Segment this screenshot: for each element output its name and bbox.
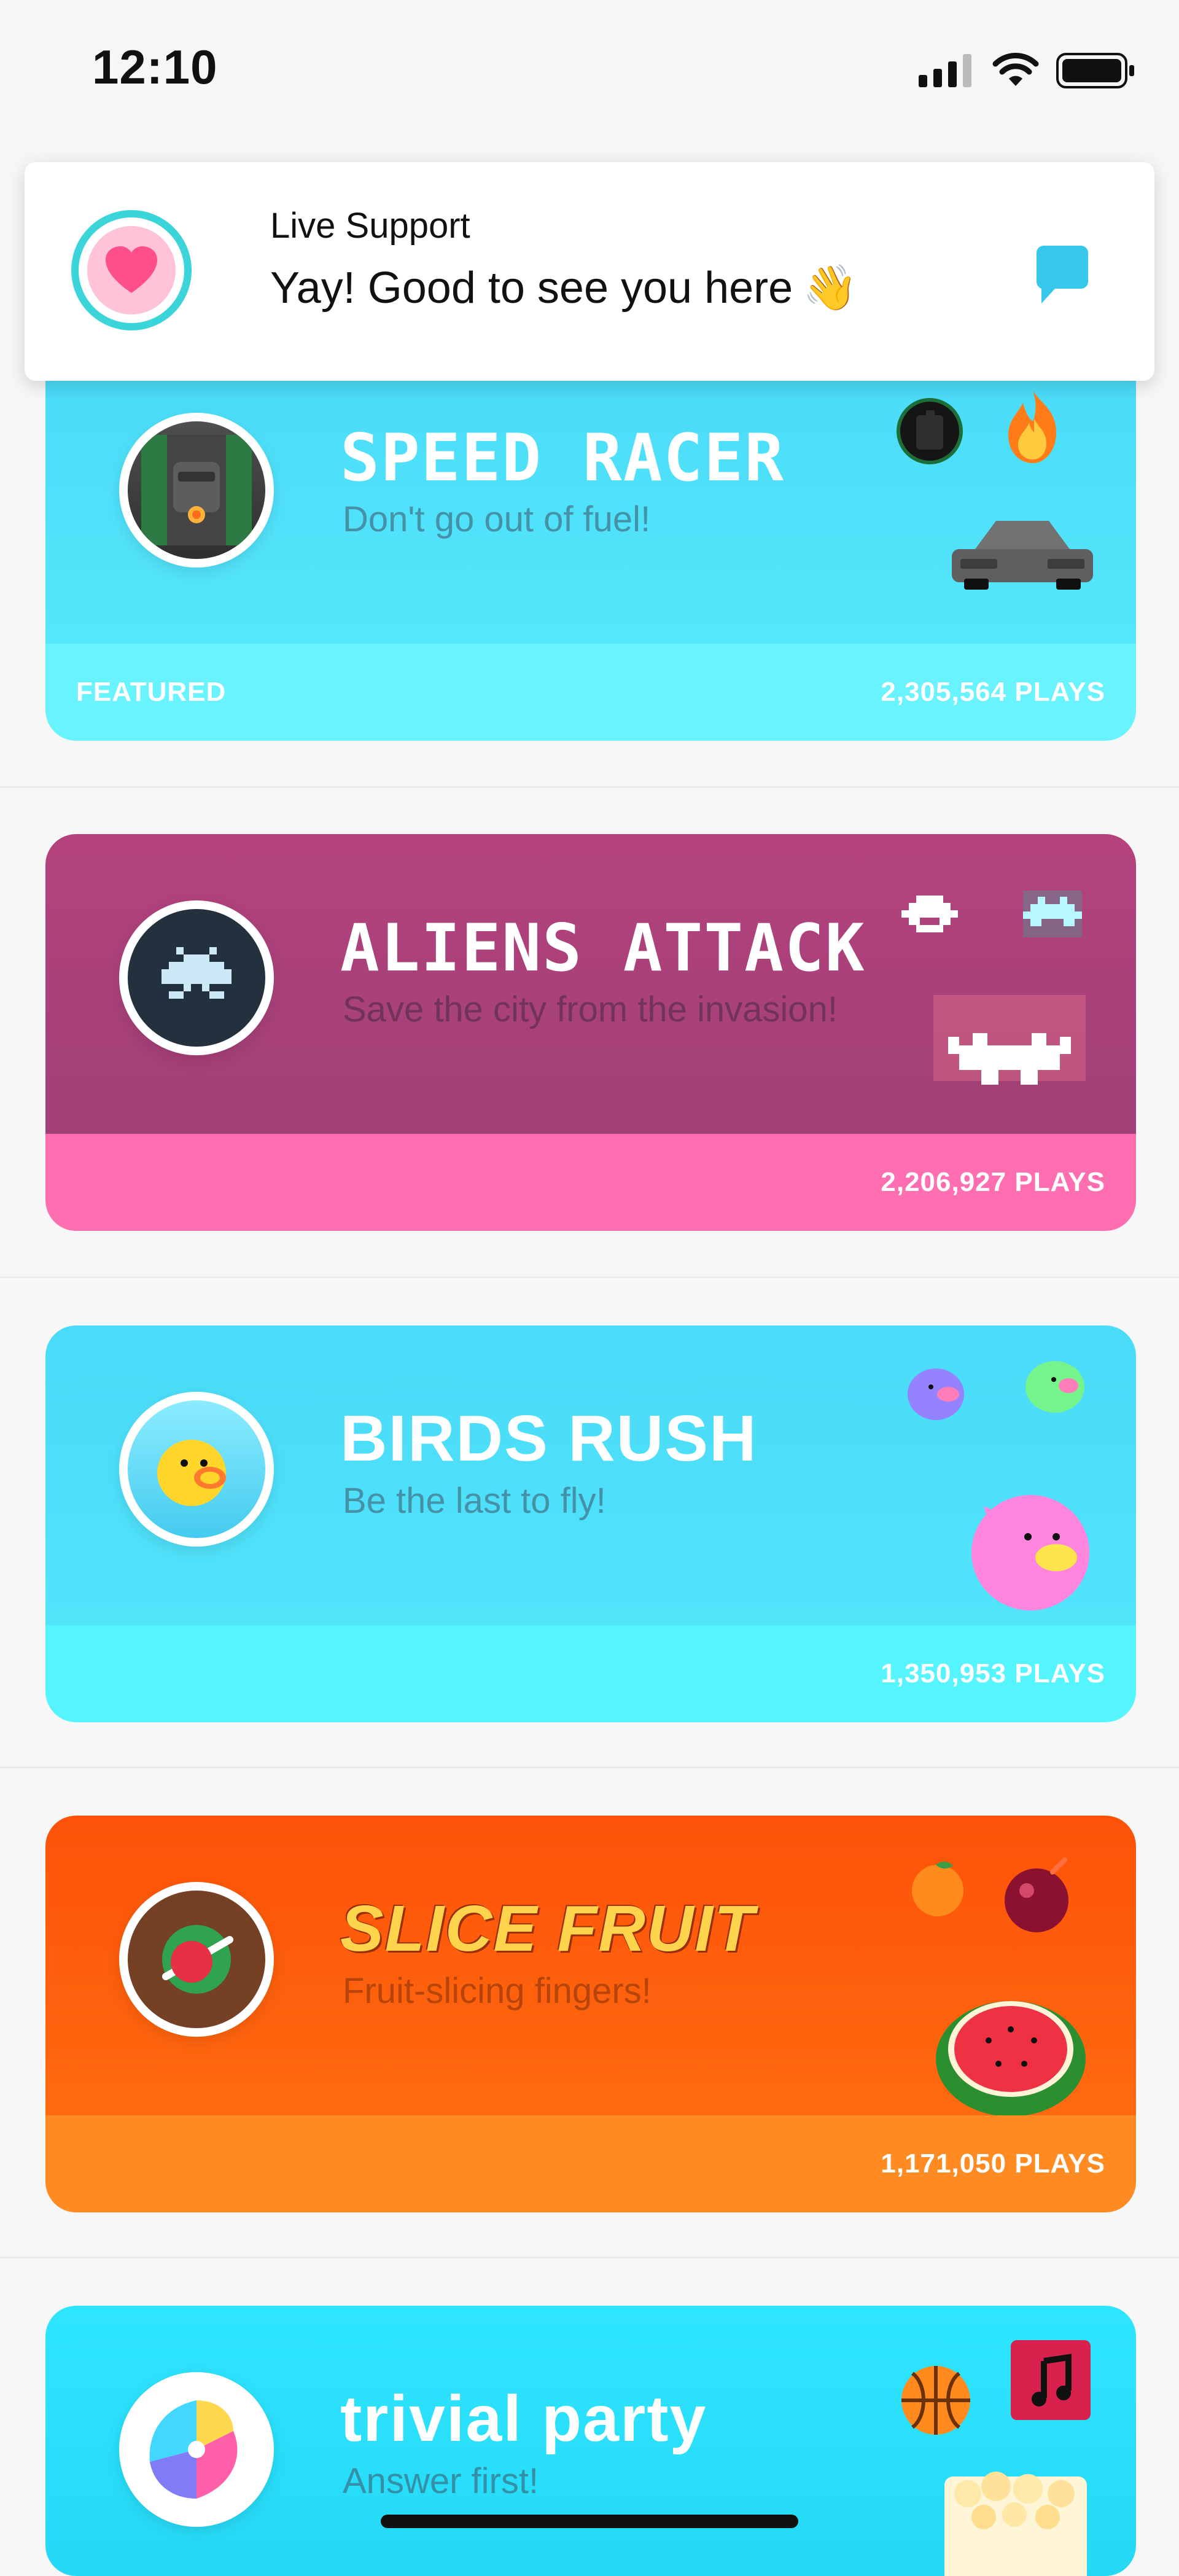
alien-large-icon bbox=[933, 995, 1086, 1085]
plays-count: 1,350,953 PLAYS bbox=[881, 1658, 1105, 1688]
plays-count: 2,206,927 PLAYS bbox=[881, 1167, 1105, 1197]
card-footer: 1,171,050 PLAYS bbox=[45, 2115, 1136, 2212]
battery-icon bbox=[1056, 53, 1134, 88]
pink-bird-icon bbox=[971, 1495, 1089, 1610]
toast-message: Yay! Good to see you here 👋 bbox=[270, 262, 858, 314]
game-card-trivial-party[interactable]: trivial party Answer first! bbox=[45, 2306, 1136, 2576]
featured-badge: FEATURED bbox=[76, 677, 227, 707]
game-title: ALIENS ATTACK bbox=[340, 910, 866, 986]
trivial-party-icon bbox=[119, 2372, 274, 2527]
orange-icon bbox=[912, 1861, 963, 1916]
fuel-can-icon bbox=[897, 398, 963, 464]
aliens-attack-icon bbox=[119, 900, 274, 1055]
toast-title: Live Support bbox=[270, 206, 470, 246]
game-title: SLICE FRUIT bbox=[340, 1892, 755, 1965]
card-footer: FEATURED 2,305,564 PLAYS bbox=[45, 644, 1136, 741]
car-icon bbox=[952, 521, 1093, 590]
speed-racer-icon bbox=[119, 413, 274, 568]
alien-cyan-icon bbox=[1023, 891, 1082, 937]
game-subtitle: Fruit-slicing fingers! bbox=[343, 1971, 652, 2011]
purple-bird-icon bbox=[908, 1368, 964, 1420]
section-divider bbox=[0, 1276, 1179, 1278]
card-footer: 2,206,927 PLAYS bbox=[45, 1134, 1136, 1231]
wifi-icon bbox=[992, 53, 1039, 86]
game-subtitle: Be the last to fly! bbox=[343, 1481, 606, 1521]
game-subtitle: Don't go out of fuel! bbox=[343, 499, 651, 539]
popcorn-icon bbox=[944, 2472, 1087, 2576]
game-card-speed-racer[interactable]: SPEED RACER Don't go out of fuel! FEATUR… bbox=[45, 344, 1136, 741]
card-footer: 1,350,953 PLAYS bbox=[45, 1625, 1136, 1722]
green-bird-icon bbox=[1025, 1361, 1084, 1413]
plays-count: 2,305,564 PLAYS bbox=[881, 677, 1105, 707]
chat-bubble-icon[interactable] bbox=[1037, 246, 1088, 305]
support-avatar bbox=[71, 210, 192, 330]
watermelon-icon bbox=[936, 2001, 1086, 2117]
music-icon bbox=[1011, 2340, 1091, 2420]
slice-fruit-icon bbox=[119, 1882, 274, 2037]
toast-message-text: Yay! Good to see you here bbox=[270, 263, 793, 313]
section-divider bbox=[0, 2257, 1179, 2258]
fire-icon bbox=[1008, 391, 1056, 463]
section-divider bbox=[0, 1766, 1179, 1768]
bomb-icon bbox=[1005, 1857, 1068, 1932]
section-divider bbox=[0, 786, 1179, 788]
birds-rush-icon bbox=[119, 1392, 274, 1547]
game-title: trivial party bbox=[340, 2383, 707, 2455]
status-icons bbox=[919, 49, 1136, 92]
live-support-toast[interactable]: Live Support Yay! Good to see you here 👋 bbox=[25, 162, 1154, 381]
home-indicator bbox=[381, 2515, 798, 2528]
game-title: BIRDS RUSH bbox=[340, 1402, 758, 1475]
game-title: SPEED RACER bbox=[340, 420, 785, 496]
game-card-slice-fruit[interactable]: SLICE FRUIT Fruit-slicing fingers! 1,171… bbox=[45, 1816, 1136, 2212]
game-card-aliens-attack[interactable]: ALIENS ATTACK Save the city from the inv… bbox=[45, 834, 1136, 1231]
status-bar: 12:10 bbox=[0, 0, 1179, 160]
cellular-signal-icon bbox=[919, 54, 971, 87]
game-card-birds-rush[interactable]: BIRDS RUSH Be the last to fly! 1,350,953… bbox=[45, 1325, 1136, 1722]
game-subtitle: Save the city from the invasion! bbox=[343, 989, 838, 1029]
alien-small-icon bbox=[901, 896, 958, 932]
plays-count: 1,171,050 PLAYS bbox=[881, 2149, 1105, 2179]
status-time: 12:10 bbox=[92, 40, 218, 94]
heart-icon bbox=[106, 246, 157, 293]
game-subtitle: Answer first! bbox=[343, 2461, 539, 2501]
basketball-icon bbox=[901, 2366, 970, 2435]
waving-hand-icon: 👋 bbox=[803, 263, 858, 313]
